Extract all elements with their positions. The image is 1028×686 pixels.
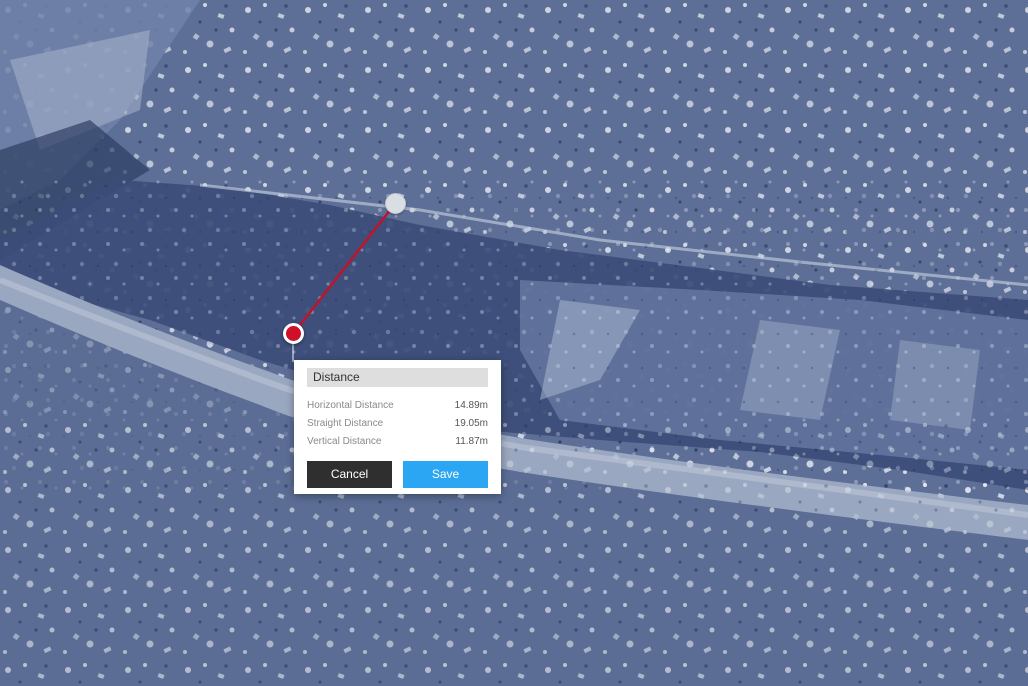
cancel-button[interactable]: Cancel [307, 461, 392, 488]
measure-start-marker[interactable] [283, 323, 304, 344]
metric-value: 19.05m [454, 418, 488, 429]
distance-measurement-panel: Distance Horizontal Distance 14.89m Stra… [294, 360, 501, 494]
panel-button-row: Cancel Save [307, 461, 488, 488]
terrain-aerial-image [0, 0, 1028, 686]
panel-title: Distance [307, 368, 488, 387]
metric-row-vertical: Vertical Distance 11.87m [307, 433, 488, 451]
save-button[interactable]: Save [403, 461, 488, 488]
metric-value: 14.89m [454, 400, 488, 411]
metric-row-straight: Straight Distance 19.05m [307, 415, 488, 433]
metric-label: Vertical Distance [307, 436, 382, 447]
metric-label: Straight Distance [307, 418, 384, 429]
measure-end-marker[interactable] [385, 193, 406, 214]
map-3d-viewport[interactable]: Distance Horizontal Distance 14.89m Stra… [0, 0, 1028, 686]
metric-row-horizontal: Horizontal Distance 14.89m [307, 397, 488, 415]
metric-label: Horizontal Distance [307, 400, 394, 411]
metric-value: 11.87m [455, 436, 488, 447]
